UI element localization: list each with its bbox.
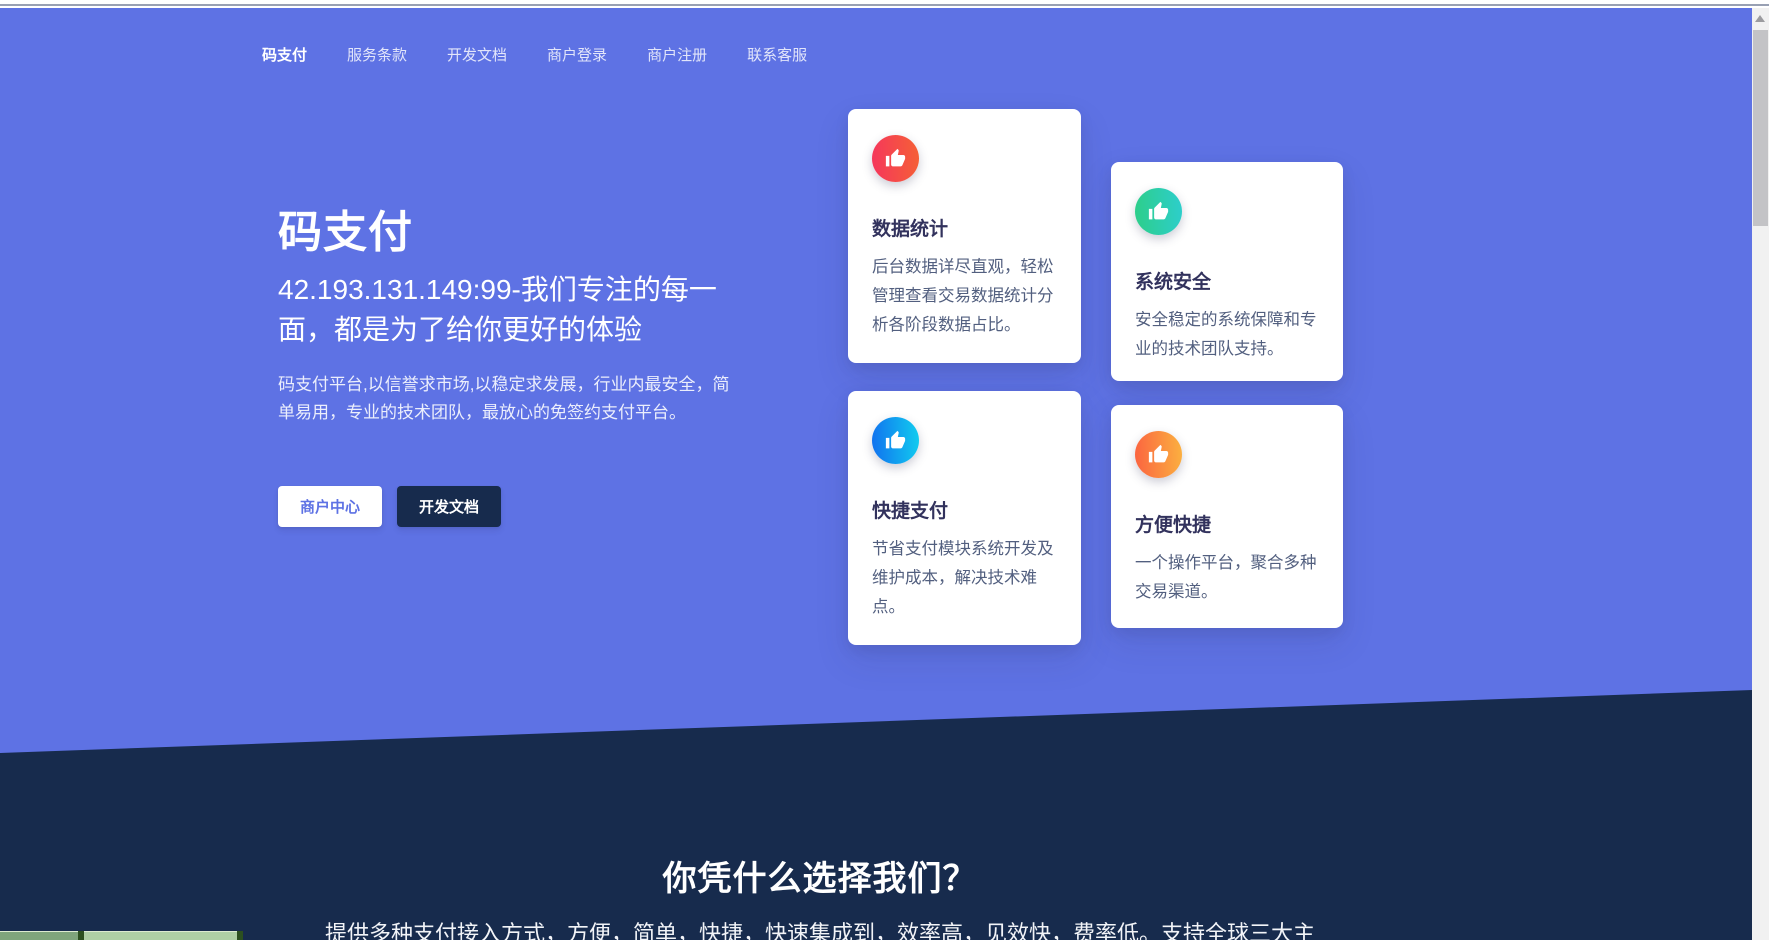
- thumb-up-icon: [872, 135, 919, 182]
- taskbar-segment: [0, 931, 78, 940]
- scrollbar-thumb[interactable]: [1753, 30, 1768, 226]
- hero-description: 码支付平台,以信誉求市场,以稳定求发展，行业内最安全，简单易用，专业的技术团队，…: [278, 371, 738, 427]
- feature-card-data-stats: 数据统计 后台数据详尽直观，轻松管理查看交易数据统计分析各阶段数据占比。: [848, 109, 1081, 363]
- main-content: 码支付 服务条款 开发文档 商户登录 商户注册 联系客服 码支付 42.193.…: [0, 8, 1752, 940]
- nav-item-merchant-register[interactable]: 商户注册: [647, 44, 707, 65]
- taskbar-segment: [84, 931, 237, 940]
- hero-section: 码支付 服务条款 开发文档 商户登录 商户注册 联系客服 码支付 42.193.…: [0, 8, 1752, 761]
- feature-card-title: 方便快捷: [1135, 510, 1319, 537]
- nav-item-home[interactable]: 码支付: [262, 44, 307, 65]
- feature-card-text: 安全稳定的系统保障和专业的技术团队支持。: [1135, 306, 1319, 364]
- page-title: 码支付: [278, 196, 413, 260]
- vertical-scrollbar[interactable]: [1752, 8, 1769, 940]
- top-navigation: 码支付 服务条款 开发文档 商户登录 商户注册 联系客服: [262, 44, 807, 65]
- feature-card-title: 快捷支付: [872, 496, 1057, 523]
- feature-card-text: 后台数据详尽直观，轻松管理查看交易数据统计分析各阶段数据占比。: [872, 253, 1057, 340]
- thumb-up-icon: [872, 417, 919, 464]
- feature-card-text: 一个操作平台，聚合多种交易渠道。: [1135, 549, 1319, 607]
- dev-docs-button[interactable]: 开发文档: [397, 486, 501, 527]
- nav-item-contact-support[interactable]: 联系客服: [747, 44, 807, 65]
- why-section-heading: 你凭什么选择我们？: [0, 851, 1640, 900]
- page: 码支付 服务条款 开发文档 商户登录 商户注册 联系客服 码支付 42.193.…: [0, 0, 1769, 940]
- feature-card-convenient: 方便快捷 一个操作平台，聚合多种交易渠道。: [1111, 405, 1343, 628]
- thumb-up-icon: [1135, 188, 1182, 235]
- taskbar-sliver: [0, 931, 1752, 940]
- scrollbar-up-arrow-icon[interactable]: [1755, 15, 1765, 22]
- merchant-center-button[interactable]: 商户中心: [278, 486, 382, 527]
- feature-card-title: 数据统计: [872, 214, 1057, 241]
- hero-buttons: 商户中心 开发文档: [278, 486, 501, 527]
- nav-item-merchant-login[interactable]: 商户登录: [547, 44, 607, 65]
- feature-card-title: 系统安全: [1135, 267, 1319, 294]
- feature-card-system-security: 系统安全 安全稳定的系统保障和专业的技术团队支持。: [1111, 162, 1343, 381]
- taskbar-separator: [237, 931, 243, 940]
- feature-card-text: 节省支付模块系统开发及维护成本，解决技术难点。: [872, 535, 1057, 622]
- nav-item-dev-docs[interactable]: 开发文档: [447, 44, 507, 65]
- nav-item-terms[interactable]: 服务条款: [347, 44, 407, 65]
- thumb-up-icon: [1135, 431, 1182, 478]
- browser-chrome-sliver: [0, 0, 1769, 6]
- feature-card-quick-payment: 快捷支付 节省支付模块系统开发及维护成本，解决技术难点。: [848, 391, 1081, 645]
- hero-subtitle: 42.193.131.149:99-我们专注的每一面，都是为了给你更好的体验: [278, 270, 758, 350]
